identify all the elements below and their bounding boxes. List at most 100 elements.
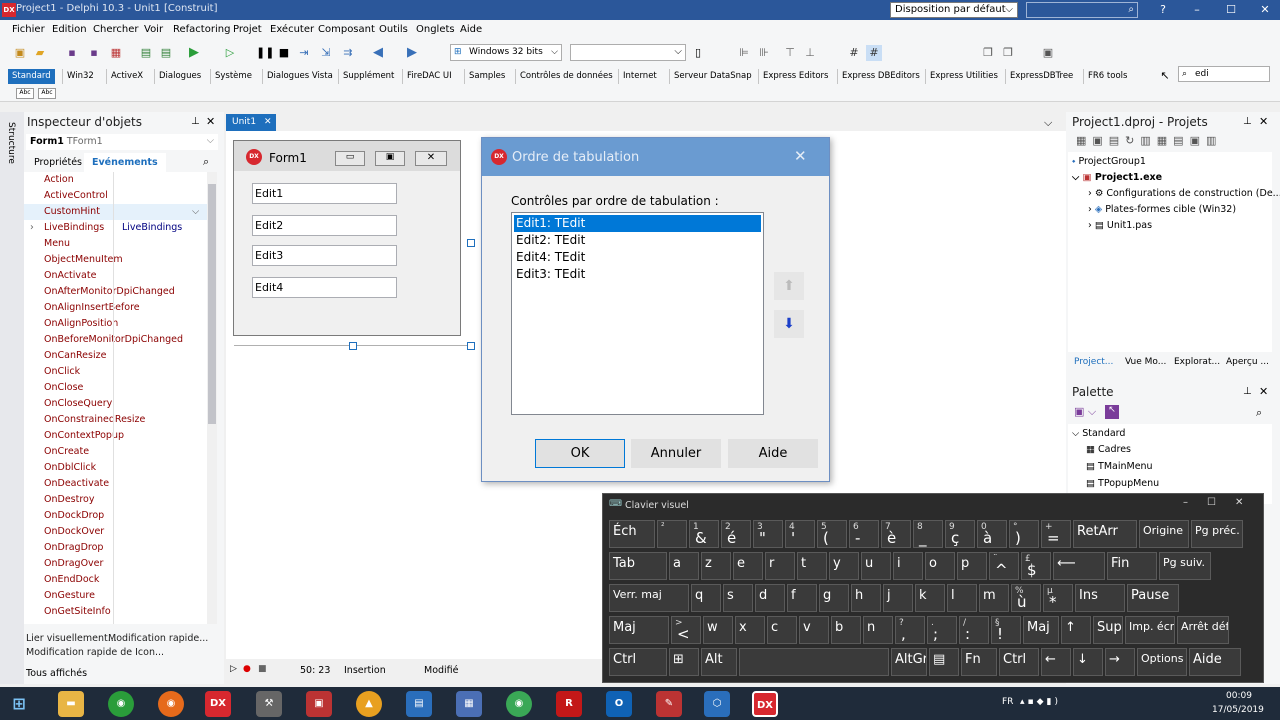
- pin-icon[interactable]: ⊥: [1243, 116, 1252, 127]
- chevron-right-icon[interactable]: ›: [30, 220, 34, 236]
- play-macro-icon[interactable]: ▷: [230, 664, 237, 674]
- align-center-icon[interactable]: ⊪: [756, 45, 772, 61]
- keyboard-key[interactable]: o: [925, 552, 955, 580]
- remove-file-icon[interactable]: ▤: [158, 45, 174, 61]
- editor-tab-unit1[interactable]: Unit1 ✕: [226, 114, 276, 131]
- keyboard-key[interactable]: Pg suiv.: [1159, 552, 1211, 580]
- language-indicator[interactable]: FR: [1002, 697, 1013, 707]
- save-icon[interactable]: ▪: [64, 45, 80, 61]
- keyboard-key[interactable]: 1 &: [689, 520, 719, 548]
- record-macro-icon[interactable]: ●: [243, 664, 251, 674]
- link-quick-edit-icon[interactable]: Modification rapide de Icon...: [26, 647, 164, 658]
- keyboard-key[interactable]: Fin: [1107, 552, 1157, 580]
- event-row[interactable]: CustomHint ⌵: [24, 204, 217, 220]
- link-bind-visually[interactable]: Lier visuellement...: [26, 633, 117, 644]
- form1-window[interactable]: DX Form1 ▭ ▣ ✕ Edit1 Edit2 Edit3 Edit4: [233, 140, 461, 336]
- snap-grid-icon[interactable]: #: [866, 45, 882, 61]
- event-row[interactable]: OnAlignInsertBefore: [24, 300, 217, 316]
- event-row[interactable]: OnCanResize: [24, 348, 217, 364]
- palette-tab-systeme[interactable]: Système: [210, 69, 256, 84]
- ok-button[interactable]: OK: [535, 439, 625, 468]
- save-all-icon[interactable]: ▪: [86, 45, 102, 61]
- chevron-down-icon[interactable]: ⌵: [192, 204, 199, 220]
- keyboard-key[interactable]: µ *: [1043, 584, 1073, 612]
- palette-categories-icon[interactable]: ▣ ⌵: [1074, 405, 1096, 419]
- keyboard-key[interactable]: c: [767, 616, 797, 644]
- keyboard-key[interactable]: RetArr: [1073, 520, 1137, 548]
- keyboard-key[interactable]: + =: [1041, 520, 1071, 548]
- ide-search-input[interactable]: ⌕: [1026, 2, 1138, 18]
- keyboard-key[interactable]: ▤: [929, 648, 959, 676]
- keyboard-key[interactable]: ¨ ^: [989, 552, 1019, 580]
- keyboard-key[interactable]: u: [861, 552, 891, 580]
- keyboard-maximize-button[interactable]: ☐: [1207, 497, 1216, 508]
- keyboard-key[interactable]: 6-: [849, 520, 879, 548]
- keyboard-key[interactable]: °): [1009, 520, 1039, 548]
- menu-refactoring[interactable]: Refactoring: [173, 24, 230, 35]
- menu-edition[interactable]: Edition: [52, 24, 87, 35]
- menu-executer[interactable]: Exécuter: [270, 24, 314, 35]
- trace-into-icon[interactable]: ⇲: [318, 45, 334, 61]
- move-up-button[interactable]: ⬆: [774, 272, 804, 300]
- app-icon[interactable]: R: [556, 691, 582, 717]
- keyboard-key[interactable]: →: [1105, 648, 1135, 676]
- list-item[interactable]: Edit1: TEdit: [514, 215, 761, 232]
- palette-item-tpopupmenu[interactable]: ▤ TPopupMenu: [1086, 478, 1159, 489]
- event-row[interactable]: Menu: [24, 236, 217, 252]
- maximize-button[interactable]: ☐: [1216, 0, 1246, 20]
- keyboard-key[interactable]: s: [723, 584, 753, 612]
- menu-fichier[interactable]: Fichier: [12, 24, 45, 35]
- align-middle-icon[interactable]: ⊥: [802, 45, 818, 61]
- palette-tab-serveur-datasnap[interactable]: Serveur DataSnap: [669, 69, 756, 84]
- event-row[interactable]: OnClick: [24, 364, 217, 380]
- keyboard-key[interactable]: ↓: [1073, 648, 1103, 676]
- keyboard-key[interactable]: AltGr: [891, 648, 927, 676]
- keyboard-key[interactable]: Ctrl: [999, 648, 1039, 676]
- dialog-close-button[interactable]: ✕: [794, 147, 807, 165]
- pause-icon[interactable]: ❚❚: [256, 45, 274, 61]
- keyboard-key[interactable]: 3 ": [753, 520, 783, 548]
- event-row[interactable]: OnConstrainedResize: [24, 412, 217, 428]
- keyboard-key[interactable]: x: [735, 616, 765, 644]
- keyboard-key[interactable]: ←: [1041, 648, 1071, 676]
- resize-handle[interactable]: [467, 239, 475, 247]
- list-item[interactable]: Edit2: TEdit: [514, 232, 761, 249]
- run-without-debug-icon[interactable]: ▷: [222, 45, 238, 61]
- keyboard-key[interactable]: .;: [927, 616, 957, 644]
- open-project-icon[interactable]: ▦: [108, 45, 124, 61]
- edit2-field[interactable]: Edit2: [252, 215, 397, 236]
- structure-sidebar[interactable]: Structure: [0, 112, 24, 684]
- tab-order-list[interactable]: Edit1: TEdit Edit2: TEdit Edit4: TEdit E…: [511, 212, 764, 415]
- palette-tab-express-utilities[interactable]: Express Utilities: [925, 69, 1002, 84]
- edit-component-icon[interactable]: Abc: [38, 88, 56, 99]
- chevron-down-icon[interactable]: ⌵: [1044, 116, 1052, 130]
- app-icon[interactable]: ▦: [456, 691, 482, 717]
- menu-outils[interactable]: Outils: [379, 24, 408, 35]
- palette-category-standard[interactable]: ⌵ Standard: [1072, 428, 1125, 439]
- delphi-taskbar-icon[interactable]: DX: [205, 691, 231, 717]
- event-row[interactable]: Action: [24, 172, 217, 188]
- keyboard-key[interactable]: q: [691, 584, 721, 612]
- edit4-field[interactable]: Edit4: [252, 277, 397, 298]
- chrome-icon[interactable]: ◉: [108, 691, 134, 717]
- app-icon[interactable]: ▲: [356, 691, 382, 717]
- event-row[interactable]: OnDestroy: [24, 492, 217, 508]
- event-row[interactable]: OnEndDock: [24, 572, 217, 588]
- event-row[interactable]: OnAlignPosition: [24, 316, 217, 332]
- keyboard-key[interactable]: Ins: [1075, 584, 1125, 612]
- run-icon[interactable]: ▶: [186, 45, 202, 61]
- run-to-cursor-icon[interactable]: ⇉: [340, 45, 356, 61]
- keyboard-key[interactable]: Pg préc.: [1191, 520, 1243, 548]
- delphi-taskbar-icon[interactable]: DX: [752, 691, 778, 717]
- keyboard-key[interactable]: b: [831, 616, 861, 644]
- keyboard-key[interactable]: Fn: [961, 648, 997, 676]
- keyboard-key[interactable]: % ù: [1011, 584, 1041, 612]
- tab-explorer[interactable]: Explorat...: [1174, 357, 1220, 367]
- app-icon[interactable]: ✎: [656, 691, 682, 717]
- palette-item-cadres[interactable]: ▦ Cadres: [1086, 444, 1131, 455]
- keyboard-key[interactable]: Maj: [609, 616, 669, 644]
- keyboard-key[interactable]: £ $: [1021, 552, 1051, 580]
- keyboard-key[interactable]: Arrêt défil: [1177, 616, 1229, 644]
- event-row[interactable]: OnDeactivate: [24, 476, 217, 492]
- keyboard-key[interactable]: ⟵: [1053, 552, 1105, 580]
